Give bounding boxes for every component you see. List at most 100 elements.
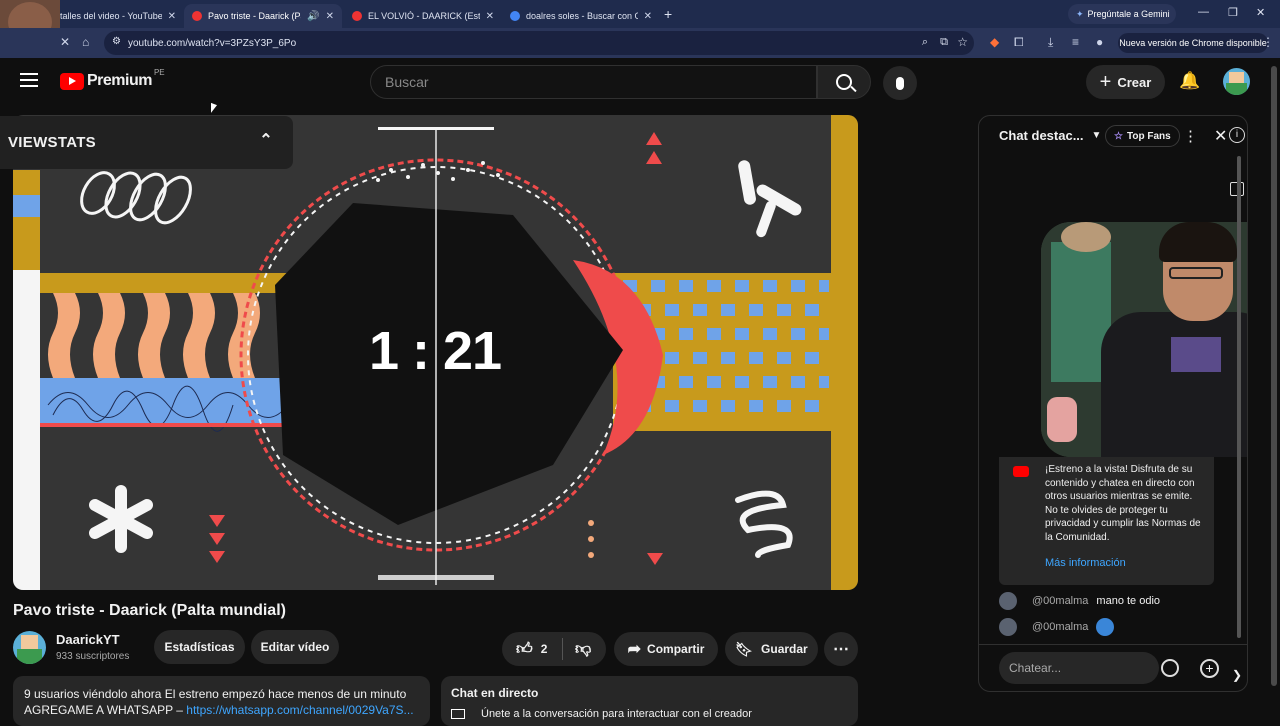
gemini-star-icon: ✦ xyxy=(1076,8,1084,19)
more-horizontal-icon: ⋯ xyxy=(833,641,849,658)
extensions-puzzle-icon[interactable]: ⧠ xyxy=(1014,35,1024,50)
add-reaction-icon[interactable]: + xyxy=(1200,659,1219,678)
close-chat-icon[interactable]: ✕ xyxy=(1214,126,1227,146)
chat-header-title[interactable]: Chat destac... ▼ xyxy=(999,128,1101,143)
star-icon: ☆ xyxy=(1114,130,1123,142)
close-tab-icon[interactable]: ✕ xyxy=(486,11,494,22)
description-line-2: AGREGAME A WHATSAPP – xyxy=(24,703,187,717)
hamburger-menu-icon[interactable] xyxy=(20,73,38,87)
chat-input[interactable]: Chatear... xyxy=(999,652,1159,684)
chevron-right-icon[interactable]: ❯ xyxy=(1232,668,1242,682)
gemini-button[interactable]: ✦ Pregúntale a Gemini xyxy=(1068,4,1176,24)
thumbs-down-icon: 👎︎ xyxy=(575,640,592,658)
chat-avatar xyxy=(999,592,1017,610)
video-title: Pavo triste - Daarick (Palta mundial) xyxy=(13,602,286,619)
zoom-icon[interactable]: ⌕ xyxy=(922,36,928,49)
chat-message: @00malma mano te odio xyxy=(999,592,1160,610)
chat-more-icon[interactable]: ⋮ xyxy=(1183,127,1198,145)
edit-video-button[interactable]: Editar vídeo xyxy=(251,630,339,664)
extension-fox-icon[interactable]: ◆ xyxy=(990,35,999,49)
url-text: youtube.com/watch?v=3PZsY3P_6Po xyxy=(128,37,297,49)
mouse-cursor-icon xyxy=(211,102,217,116)
info-icon[interactable]: i xyxy=(1229,127,1245,143)
chat-text: mano te odio xyxy=(1096,595,1161,607)
page-scrollbar[interactable] xyxy=(1271,66,1277,686)
youtube-header: Premium PE Buscar + Crear 🔔 xyxy=(0,58,1280,106)
account-avatar[interactable] xyxy=(1223,68,1250,95)
viewstats-label: VIEWSTATS xyxy=(8,134,96,151)
chat-scrollbar[interactable] xyxy=(1237,156,1241,638)
stats-button[interactable]: Estadísticas xyxy=(154,630,245,664)
chrome-update-button[interactable]: Nueva versión de Chrome disponible xyxy=(1118,33,1268,53)
notifications-bell-icon[interactable]: 🔔 xyxy=(1179,71,1200,91)
youtube-play-icon xyxy=(60,72,84,90)
description-box[interactable]: 9 usuarios viéndolo ahora El estreno emp… xyxy=(13,676,430,726)
viewstats-panel[interactable]: VIEWSTATS ⌃ xyxy=(0,116,293,169)
address-bar[interactable]: ⚙ youtube.com/watch?v=3PZsY3P_6Po ⌕ ⧉ ☆ xyxy=(104,31,974,55)
tab-el-volvio[interactable]: EL VOLVIÓ - DAARICK (Estreno ✕ xyxy=(344,4,502,28)
more-info-link[interactable]: Más información xyxy=(1045,557,1204,571)
logo-text: Premium xyxy=(87,72,152,89)
live-chat-panel: Chat destac... ▼ ☆ Top Fans ⋮ ✕ i ¡Estre… xyxy=(978,115,1248,692)
premiere-notice: ¡Estreno a la vista! Disfruta de su cont… xyxy=(999,457,1214,585)
chevron-up-icon[interactable]: ⌃ xyxy=(259,130,273,150)
voice-search-button[interactable] xyxy=(883,66,917,100)
live-chat-box[interactable]: Chat en directo Únete a la conversación … xyxy=(441,676,858,726)
chrome-menu-icon[interactable]: ⋮ xyxy=(1262,35,1274,49)
close-tab-icon[interactable]: ✕ xyxy=(168,11,176,22)
tab-google-search[interactable]: doalres soles - Buscar con Goo ✕ xyxy=(502,4,660,28)
share-arrow-icon: ➦ xyxy=(627,641,642,658)
site-info-icon[interactable]: ⚙ xyxy=(112,36,121,47)
search-icon xyxy=(836,74,857,93)
save-button[interactable]: 🔖︎ Guardar xyxy=(725,632,818,666)
bookmark-icon: 🔖︎ xyxy=(735,640,754,657)
install-icon[interactable]: ⧉ xyxy=(940,36,948,49)
live-chat-title: Chat en directo xyxy=(451,686,539,700)
youtube-badge-icon xyxy=(1013,466,1029,477)
chat-icon xyxy=(451,709,465,719)
youtube-favicon-icon xyxy=(352,11,362,21)
profile-icon[interactable]: ● xyxy=(1096,35,1103,49)
home-icon[interactable]: ⌂ xyxy=(82,35,89,49)
share-button[interactable]: ➦ Compartir xyxy=(614,632,718,666)
youtube-favicon-icon xyxy=(192,11,202,21)
like-button[interactable]: 👍︎ 2 xyxy=(502,640,562,659)
chat-divider xyxy=(979,644,1247,645)
speaker-icon[interactable]: 🔊 xyxy=(307,11,319,22)
restore-icon[interactable]: ❐ xyxy=(1228,6,1238,19)
reload-icon[interactable]: ✕ xyxy=(60,35,70,49)
tab-youtube-studio[interactable]: talles del video - YouTube St ✕ xyxy=(52,4,184,28)
tab-pavo-triste[interactable]: Pavo triste - Daarick (Palta 🔊 ✕ xyxy=(184,4,342,28)
download-icon[interactable]: ⤓ xyxy=(1048,35,1053,50)
like-dislike-group: 👍︎ 2 👎︎ xyxy=(502,632,606,666)
like-count: 2 xyxy=(540,642,548,656)
more-actions-button[interactable]: ⋯ xyxy=(824,632,858,666)
close-tab-icon[interactable]: ✕ xyxy=(644,11,652,22)
google-favicon-icon xyxy=(510,11,520,21)
top-fans-chip[interactable]: ☆ Top Fans xyxy=(1105,125,1180,147)
whatsapp-link[interactable]: https://whatsapp.com/channel/0029Va7S... xyxy=(186,703,413,717)
chat-author[interactable]: @00malma xyxy=(1032,621,1088,633)
search-input[interactable]: Buscar xyxy=(370,65,817,99)
close-window-icon[interactable]: ✕ xyxy=(1256,6,1265,19)
minimize-icon[interactable]: — xyxy=(1198,6,1209,18)
countdown-timer: 1 : 21 xyxy=(368,321,502,381)
youtube-logo[interactable]: Premium PE xyxy=(60,68,165,90)
media-controls-icon[interactable]: ≡ xyxy=(1072,35,1079,49)
browser-tab-strip: x629 talles del video - YouTube St ✕ Pav… xyxy=(0,0,1280,62)
new-tab-icon[interactable]: + xyxy=(664,6,672,22)
subscriber-count: 933 suscriptores xyxy=(56,651,130,662)
bookmark-star-icon[interactable]: ☆ xyxy=(957,35,968,49)
search-button[interactable] xyxy=(817,65,871,99)
premiere-notice-text: ¡Estreno a la vista! Disfruta de su cont… xyxy=(1045,464,1201,543)
create-button[interactable]: + Crear xyxy=(1086,65,1165,99)
channel-name[interactable]: DaarickYT xyxy=(56,632,120,647)
channel-avatar[interactable] xyxy=(13,631,46,664)
close-tab-icon[interactable]: ✕ xyxy=(326,11,334,22)
streamer-webcam xyxy=(1041,222,1247,457)
emoji-picker-icon[interactable] xyxy=(1161,659,1179,677)
dislike-button[interactable]: 👎︎ xyxy=(563,640,591,659)
video-player[interactable]: 1 : 21 xyxy=(13,115,858,590)
region-code: PE xyxy=(153,67,165,77)
chat-author[interactable]: @00malma xyxy=(1032,595,1088,607)
